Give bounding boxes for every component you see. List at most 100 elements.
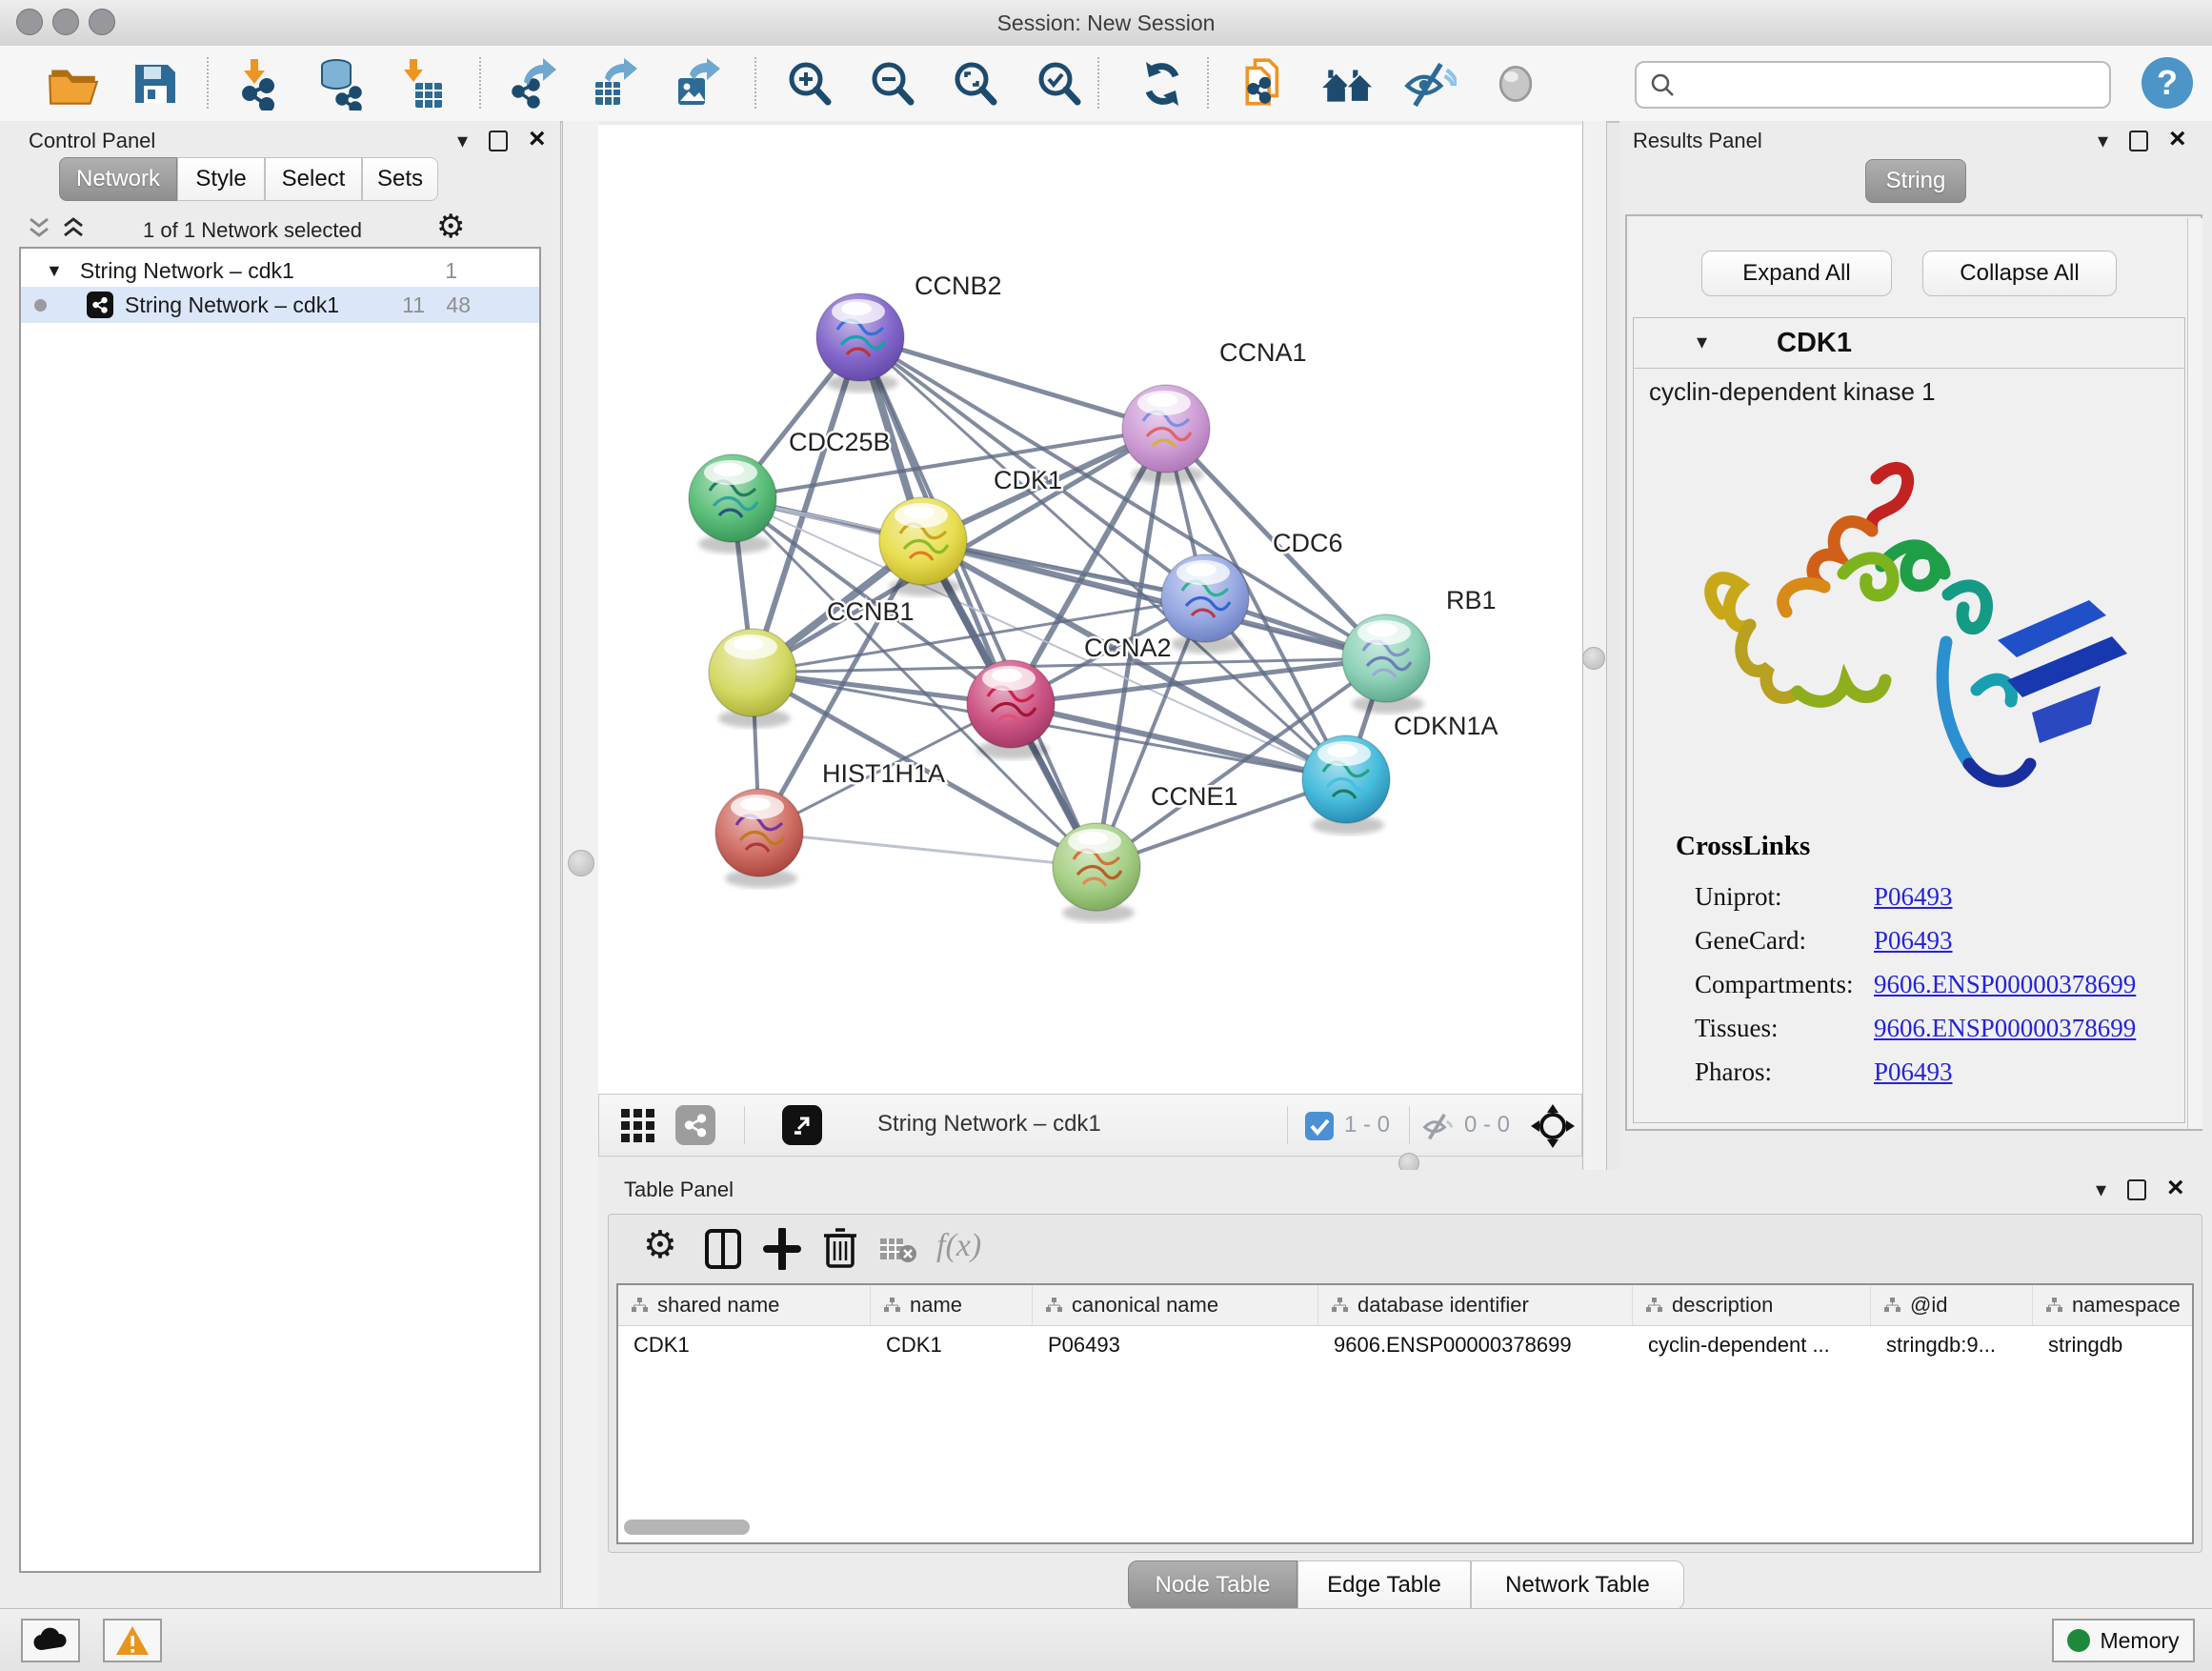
delete-column-icon[interactable] (822, 1226, 858, 1270)
close-panel-icon[interactable]: × (2169, 125, 2186, 153)
crosslink-link[interactable]: P06493 (1874, 1057, 1953, 1087)
tab-sets[interactable]: Sets (362, 157, 438, 201)
table-row[interactable]: CDK1CDK1P064939606.ENSP00000378699cyclin… (618, 1325, 2194, 1365)
section-expander-icon[interactable]: ▾ (1697, 332, 1707, 352)
zoom-in-button[interactable] (779, 53, 840, 114)
window-title: Session: New Session (0, 0, 2212, 46)
network-node-hist1h1a[interactable]: HIST1H1A (715, 759, 945, 888)
expand-all-button[interactable]: Expand All (1701, 251, 1892, 296)
close-panel-icon[interactable]: × (2167, 1174, 2184, 1202)
network-canvas[interactable]: CCNB2CCNA1CDC25BCDK1CDC6RB1CCNB1CCNA2CDK… (598, 121, 1582, 1094)
open-session-button[interactable] (43, 53, 104, 114)
node-table-container: ⚙ f(x) shared namenamecanonical namedata… (608, 1214, 2202, 1553)
show-columns-icon[interactable] (704, 1228, 742, 1270)
memory-button[interactable]: Memory (2052, 1619, 2195, 1662)
network-node-ccna1[interactable]: CCNA1 (1122, 338, 1307, 484)
hide-glass-button[interactable] (1398, 53, 1459, 114)
collapse-panel-icon[interactable]: ▾ (2098, 131, 2108, 151)
network-graph[interactable]: CCNB2CCNA1CDC25BCDK1CDC6RB1CCNB1CCNA2CDK… (598, 125, 1582, 1092)
column-header--id[interactable]: @id (1871, 1285, 2033, 1325)
column-header-name[interactable]: name (871, 1285, 1033, 1325)
crosslink-link[interactable]: P06493 (1874, 882, 1953, 912)
crosslink-link[interactable]: 9606.ENSP00000378699 (1874, 970, 2136, 999)
delete-table-icon[interactable] (879, 1236, 917, 1264)
birdseye-view-icon[interactable] (782, 1105, 822, 1145)
table-cell[interactable]: stringdb:9... (1871, 1325, 2033, 1365)
document-share-icon (1239, 56, 1295, 111)
network-edge[interactable] (860, 337, 1386, 658)
network-edge[interactable] (860, 337, 1166, 429)
collapse-panel-icon[interactable]: ▾ (2096, 1179, 2106, 1200)
crosslink-link[interactable]: 9606.ENSP00000378699 (1874, 1014, 2136, 1043)
node-table[interactable]: shared namenamecanonical namedatabase id… (616, 1283, 2194, 1544)
cloud-status-button[interactable] (21, 1619, 80, 1662)
horizontal-splitter[interactable] (598, 1157, 1582, 1170)
right-splitter[interactable] (1582, 121, 1607, 1170)
import-network-button[interactable] (231, 53, 292, 114)
left-splitter[interactable] (562, 121, 599, 1608)
search-input[interactable] (1684, 71, 2109, 98)
export-table-button[interactable] (586, 53, 647, 114)
zoom-selected-button[interactable] (1029, 53, 1090, 114)
grid-view-icon[interactable] (620, 1108, 656, 1144)
table-cell[interactable]: P06493 (1033, 1325, 1318, 1365)
tab-network[interactable]: Network (59, 157, 177, 201)
network-node-cdkn1a[interactable]: CDKN1A (1302, 712, 1498, 835)
table-hscrollbar[interactable] (624, 1520, 750, 1535)
import-network-from-database-button[interactable] (310, 53, 371, 114)
hidden-eye-slash-icon[interactable] (1420, 1110, 1455, 1142)
network-node-rb1[interactable]: RB1 (1342, 586, 1497, 714)
tab-edge-table[interactable]: Edge Table (1297, 1560, 1471, 1610)
collapse-panel-icon[interactable]: ▾ (457, 131, 468, 151)
column-header-namespace[interactable]: namespace (2033, 1285, 2194, 1325)
table-cell[interactable]: 9606.ENSP00000378699 (1318, 1325, 1633, 1365)
tab-string[interactable]: String (1865, 159, 1966, 203)
table-cell[interactable]: cyclin-dependent ... (1633, 1325, 1871, 1365)
column-header-shared-name[interactable]: shared name (618, 1285, 871, 1325)
network-options-gear-icon[interactable]: ⚙ (436, 211, 465, 243)
table-cell[interactable]: stringdb (2033, 1325, 2194, 1365)
home-networks-button[interactable] (1317, 53, 1378, 114)
zoom-fit-button[interactable] (945, 53, 1006, 114)
selected-checkbox-icon[interactable] (1304, 1111, 1335, 1141)
help-button[interactable]: ? (2142, 57, 2193, 109)
function-builder-icon[interactable]: f(x) (936, 1228, 981, 1264)
export-image-button[interactable] (669, 53, 730, 114)
network-node-ccne1[interactable]: CCNE1 (1053, 782, 1238, 922)
expand-all-icon[interactable] (61, 216, 86, 239)
results-scrollbar[interactable] (2187, 218, 2202, 1129)
tab-style[interactable]: Style (177, 157, 265, 201)
table-cell[interactable]: CDK1 (618, 1325, 871, 1365)
column-header-canonical-name[interactable]: canonical name (1033, 1285, 1318, 1325)
crosslink-link[interactable]: P06493 (1874, 926, 1953, 956)
column-header-description[interactable]: description (1633, 1285, 1871, 1325)
show-glass-button[interactable] (1485, 53, 1546, 114)
warnings-button[interactable] (103, 1619, 162, 1662)
tab-network-table[interactable]: Network Table (1471, 1560, 1684, 1610)
tab-select[interactable]: Select (265, 157, 362, 201)
float-panel-icon[interactable] (489, 131, 508, 151)
network-share-view-icon[interactable] (675, 1105, 715, 1145)
import-table-button[interactable] (391, 53, 452, 114)
splitter-grip[interactable] (1582, 647, 1605, 670)
collapse-all-icon[interactable] (27, 216, 51, 239)
network-collection-row[interactable]: ▼ String Network – cdk1 1 (21, 254, 539, 287)
expander-triangle-icon[interactable]: ▼ (46, 261, 63, 281)
table-options-gear-icon[interactable]: ⚙ (643, 1226, 677, 1264)
save-session-button[interactable] (124, 53, 185, 114)
refresh-button[interactable] (1132, 53, 1193, 114)
splitter-grip[interactable] (568, 850, 594, 876)
add-column-icon[interactable] (763, 1228, 801, 1270)
table-cell[interactable]: CDK1 (871, 1325, 1033, 1365)
string-document-button[interactable] (1237, 53, 1297, 114)
close-panel-icon[interactable]: × (529, 125, 546, 153)
zoom-out-button[interactable] (862, 53, 923, 114)
tab-node-table[interactable]: Node Table (1128, 1560, 1297, 1610)
pan-crosshair-icon[interactable] (1529, 1102, 1577, 1150)
collapse-all-button[interactable]: Collapse All (1922, 251, 2117, 296)
column-header-database-identifier[interactable]: database identifier (1318, 1285, 1633, 1325)
float-panel-icon[interactable] (2127, 1179, 2146, 1200)
export-network-button[interactable] (503, 53, 564, 114)
float-panel-icon[interactable] (2129, 131, 2148, 151)
network-row-selected[interactable]: String Network – cdk1 11 48 (21, 287, 539, 323)
